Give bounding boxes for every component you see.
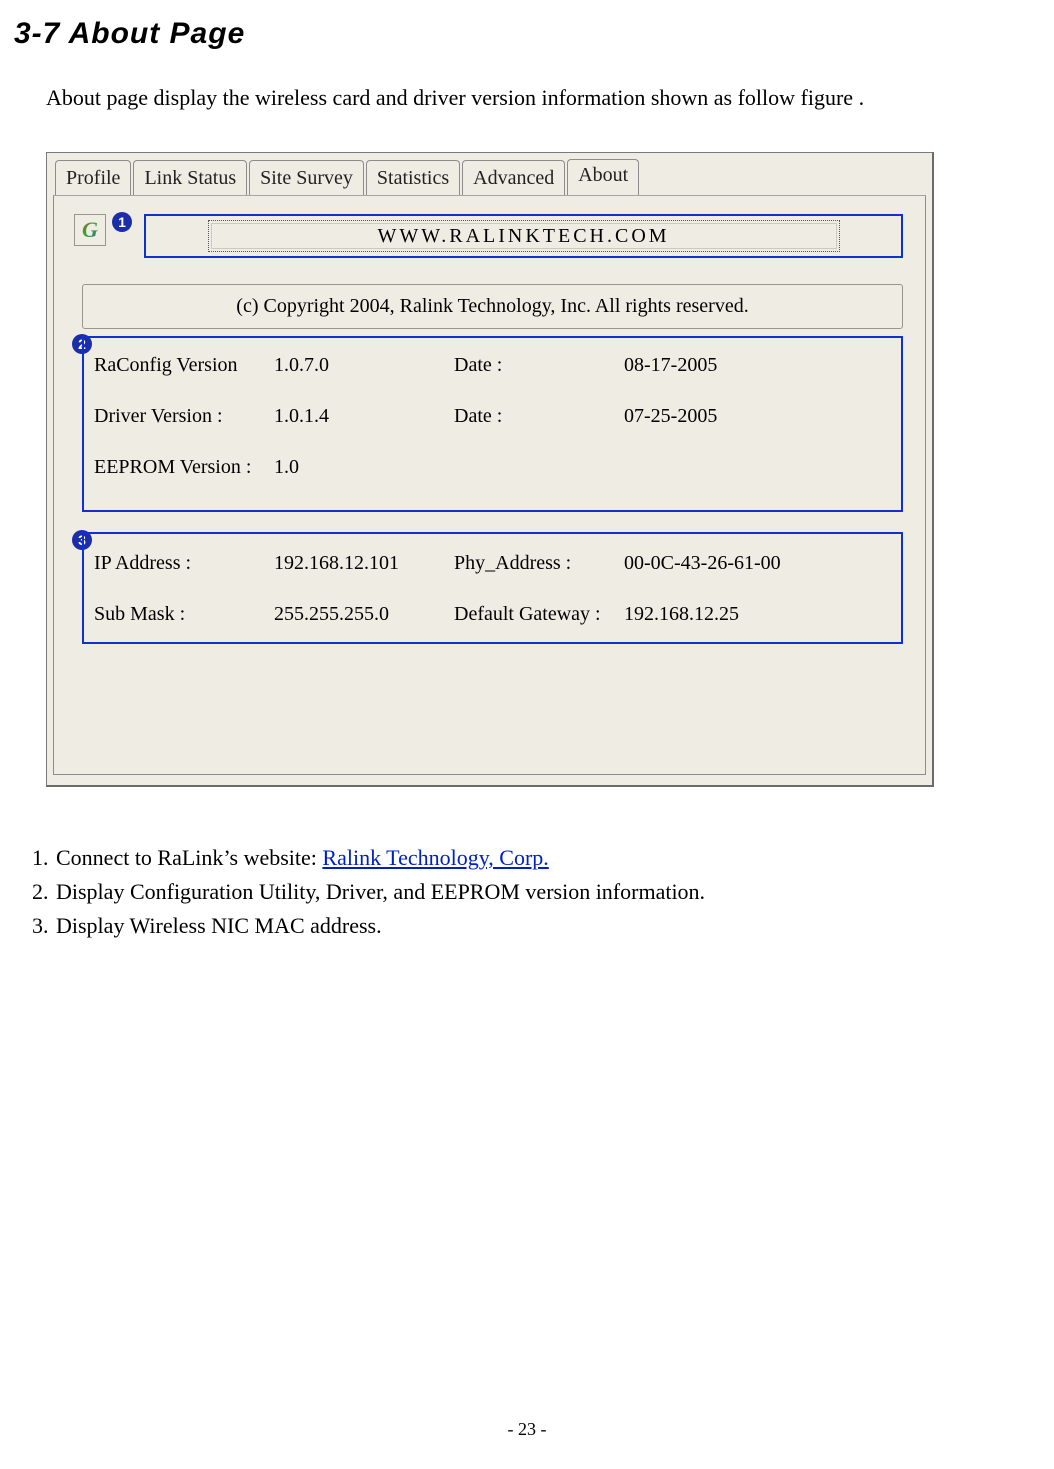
raconfig-date: 08-17-2005	[624, 352, 901, 379]
list-item-2: Display Configuration Utility, Driver, a…	[54, 875, 1004, 909]
network-info-box: IP Address : 192.168.12.101 Phy_Address …	[82, 532, 903, 644]
driver-value: 1.0.1.4	[274, 403, 454, 430]
website-button[interactable]: WWW.RALINKTECH.COM	[208, 220, 840, 252]
description-list: Connect to RaLink’s website: Ralink Tech…	[10, 841, 1004, 942]
list-item-1-text: Connect to RaLink’s website:	[56, 845, 322, 870]
about-window: Profile Link Status Site Survey Statisti…	[46, 152, 934, 787]
eeprom-value: 1.0	[274, 454, 454, 481]
tab-profile[interactable]: Profile	[55, 160, 131, 196]
list-item-3: Display Wireless NIC MAC address.	[54, 909, 1004, 943]
tab-statistics[interactable]: Statistics	[366, 160, 460, 196]
tab-site-survey[interactable]: Site Survey	[249, 160, 364, 196]
phy-value: 00-0C-43-26-61-00	[624, 550, 901, 577]
callout-badge-1: 1	[112, 212, 132, 232]
ralink-link[interactable]: Ralink Technology, Corp.	[322, 845, 548, 870]
network-row-2: Sub Mask : 255.255.255.0 Default Gateway…	[84, 585, 901, 636]
driver-date-label: Date :	[454, 403, 624, 430]
network-row-1: IP Address : 192.168.12.101 Phy_Address …	[84, 534, 901, 585]
intro-paragraph: About page display the wireless card and…	[46, 83, 1004, 113]
tab-advanced[interactable]: Advanced	[462, 160, 565, 196]
gateway-value: 192.168.12.25	[624, 601, 901, 628]
mask-value: 255.255.255.0	[274, 601, 454, 628]
tab-bar: Profile Link Status Site Survey Statisti…	[47, 153, 932, 195]
version-row-driver: Driver Version : 1.0.1.4 Date : 07-25-20…	[84, 389, 901, 440]
version-row-eeprom: EEPROM Version : 1.0	[84, 440, 901, 491]
version-info-box: RaConfig Version 1.0.7.0 Date : 08-17-20…	[82, 336, 903, 512]
company-logo-icon: G	[74, 214, 106, 246]
mask-label: Sub Mask :	[94, 601, 274, 628]
raconfig-date-label: Date :	[454, 352, 624, 379]
eeprom-label: EEPROM Version :	[94, 454, 274, 481]
about-pane: G 1 2 3 WWW.RALINKTECH.COM (c) Copyright…	[53, 195, 926, 775]
driver-date: 07-25-2005	[624, 403, 901, 430]
tab-link-status[interactable]: Link Status	[133, 160, 247, 196]
driver-label: Driver Version :	[94, 403, 274, 430]
raconfig-label: RaConfig Version	[94, 352, 274, 379]
page-number: - 23 -	[0, 1417, 1054, 1441]
version-row-raconfig: RaConfig Version 1.0.7.0 Date : 08-17-20…	[84, 338, 901, 389]
website-highlight-box: WWW.RALINKTECH.COM	[144, 214, 903, 258]
section-heading: 3-7 About Page	[14, 14, 1004, 55]
gateway-label: Default Gateway :	[454, 601, 624, 628]
copyright-label: (c) Copyright 2004, Ralink Technology, I…	[82, 284, 903, 329]
raconfig-value: 1.0.7.0	[274, 352, 454, 379]
list-item-1: Connect to RaLink’s website: Ralink Tech…	[54, 841, 1004, 875]
phy-label: Phy_Address :	[454, 550, 624, 577]
ip-label: IP Address :	[94, 550, 274, 577]
ip-value: 192.168.12.101	[274, 550, 454, 577]
tab-about[interactable]: About	[567, 159, 639, 195]
